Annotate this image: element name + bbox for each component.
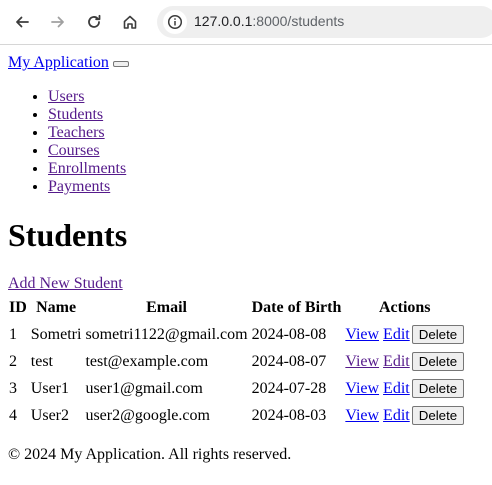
brand-link[interactable]: My Application: [8, 54, 109, 71]
cell-dob: 2024-08-03: [251, 406, 327, 424]
page-title: Students: [8, 217, 128, 253]
cell-id: 2: [9, 352, 17, 370]
table-header-row: ID Name Email Date of Birth Actions: [8, 295, 465, 320]
nav-item: Enrollments: [48, 160, 492, 178]
browser-toolbar: 127.0.0.1:8000/students: [0, 0, 492, 45]
cell-id: 4: [9, 406, 17, 424]
navbar-toggler-button[interactable]: [112, 61, 129, 67]
address-bar[interactable]: 127.0.0.1:8000/students: [157, 6, 492, 38]
cell-email: test@example.com: [85, 352, 209, 370]
nav-link-enrollments[interactable]: Enrollments: [48, 160, 126, 177]
cell-name: Sometri: [30, 325, 82, 343]
info-icon[interactable]: [163, 10, 187, 34]
cell-dob: 2024-07-28: [251, 379, 327, 397]
nav-link-teachers[interactable]: Teachers: [48, 124, 105, 141]
table-row: 2 test test@example.com 2024-08-07 View …: [8, 349, 465, 374]
edit-link[interactable]: Edit: [383, 353, 410, 370]
header-actions: Actions: [378, 298, 431, 316]
cell-dob: 2024-08-07: [251, 352, 327, 370]
nav-item: Courses: [48, 142, 492, 160]
cell-name: test: [30, 352, 53, 370]
forward-button[interactable]: [44, 8, 72, 36]
cell-dob: 2024-08-08: [251, 325, 327, 343]
view-link[interactable]: View: [345, 407, 379, 424]
delete-button[interactable]: Delete: [411, 325, 465, 344]
cell-email: sometri1122@gmail.com: [85, 325, 248, 343]
back-button[interactable]: [8, 8, 36, 36]
nav-menu: Users Students Teachers Courses Enrollme…: [8, 88, 492, 196]
cell-name: User1: [30, 379, 69, 397]
page-content: My Application Users Students Teachers C…: [8, 54, 492, 464]
header-dob: Date of Birth: [251, 298, 342, 316]
cell-id: 1: [9, 325, 17, 343]
nav-link-users[interactable]: Users: [48, 88, 84, 105]
nav-link-payments[interactable]: Payments: [48, 178, 110, 195]
view-link[interactable]: View: [345, 326, 379, 343]
footer-text: © 2024 My Application. All rights reserv…: [8, 446, 292, 463]
nav-link-courses[interactable]: Courses: [48, 142, 100, 159]
cell-email: user2@google.com: [85, 406, 210, 424]
cell-name: User2: [30, 406, 69, 424]
header-email: Email: [146, 298, 187, 316]
edit-link[interactable]: Edit: [383, 380, 410, 397]
home-icon: [123, 15, 137, 29]
header-name: Name: [36, 298, 77, 316]
home-button[interactable]: [116, 8, 144, 36]
nav-item: Payments: [48, 178, 492, 196]
add-new-student-link[interactable]: Add New Student: [8, 275, 492, 293]
delete-button[interactable]: Delete: [411, 379, 465, 398]
delete-button[interactable]: Delete: [411, 352, 465, 371]
cell-id: 3: [9, 379, 17, 397]
cell-actions: View Edit Delete: [344, 349, 465, 374]
url-host: 127.0.0.1: [194, 13, 253, 29]
cell-actions: View Edit Delete: [344, 403, 465, 428]
nav-link-students[interactable]: Students: [48, 106, 103, 123]
url-text: 127.0.0.1:8000/students: [194, 13, 344, 29]
header-id: ID: [9, 298, 27, 316]
reload-button[interactable]: [80, 8, 108, 36]
cell-actions: View Edit Delete: [344, 322, 465, 347]
edit-link[interactable]: Edit: [383, 407, 410, 424]
table-row: 4 User2 user2@google.com 2024-08-03 View…: [8, 403, 465, 428]
nav-item: Students: [48, 106, 492, 124]
nav-item: Users: [48, 88, 492, 106]
table-row: 1 Sometri sometri1122@gmail.com 2024-08-…: [8, 322, 465, 347]
nav-item: Teachers: [48, 124, 492, 142]
cell-actions: View Edit Delete: [344, 376, 465, 401]
view-link[interactable]: View: [345, 380, 379, 397]
table-row: 3 User1 user1@gmail.com 2024-07-28 View …: [8, 376, 465, 401]
view-link[interactable]: View: [345, 353, 379, 370]
arrow-left-icon: [16, 16, 29, 28]
arrow-right-icon: [51, 16, 64, 28]
reload-icon: [88, 14, 101, 28]
url-path: :8000/students: [252, 13, 345, 29]
edit-link[interactable]: Edit: [383, 326, 410, 343]
navbar: My Application Users Students Teachers C…: [8, 54, 492, 196]
students-table: ID Name Email Date of Birth Actions 1 So…: [6, 293, 467, 430]
delete-button[interactable]: Delete: [411, 406, 465, 425]
cell-email: user1@gmail.com: [85, 379, 203, 397]
